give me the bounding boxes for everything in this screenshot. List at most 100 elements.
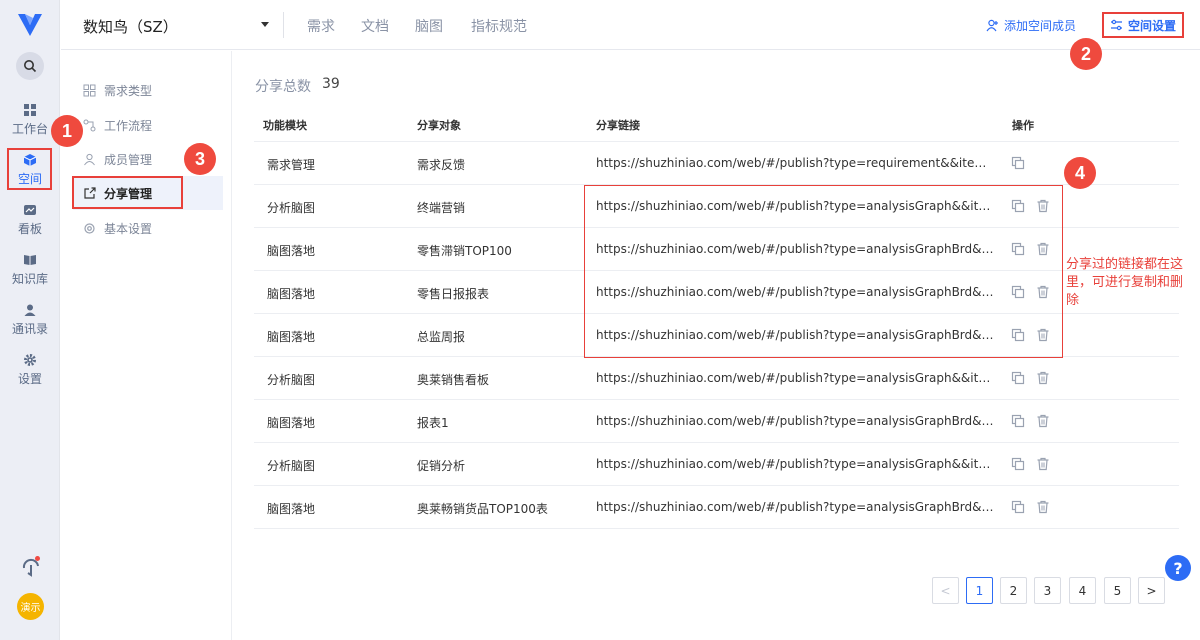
cell-share-link[interactable]: https://shuzhiniao.com/web/#/publish?typ…	[596, 156, 994, 170]
cell-share-link[interactable]: https://shuzhiniao.com/web/#/publish?typ…	[596, 457, 994, 471]
table-row: 脑图落地 奥莱畅销货品TOP100表 https://shuzhiniao.com/…	[254, 486, 1179, 529]
pagination-page-1[interactable]: 1	[966, 577, 993, 604]
trash-icon[interactable]	[1036, 500, 1050, 514]
step-badge-4: 4	[1064, 157, 1096, 189]
step-badge-3: 3	[184, 143, 216, 175]
divider	[283, 12, 284, 38]
trash-icon[interactable]	[1036, 328, 1050, 342]
trash-icon[interactable]	[1036, 242, 1050, 256]
column-header-module: 功能模块	[263, 119, 307, 132]
cell-share-link[interactable]: https://shuzhiniao.com/web/#/publish?typ…	[596, 199, 994, 213]
tab-metric-spec[interactable]: 指标规范	[471, 16, 527, 36]
workflow-icon	[83, 119, 96, 131]
gear-icon	[84, 222, 95, 234]
cell-module: 分析脑图	[267, 201, 316, 215]
cell-share-link[interactable]: https://shuzhiniao.com/web/#/publish?typ…	[596, 328, 994, 342]
cell-module: 脑图落地	[267, 416, 316, 430]
copy-icon[interactable]	[1011, 199, 1025, 213]
annotation-note: 分享过的链接都在这里，可进行复制和删除	[1066, 257, 1184, 308]
copy-icon[interactable]	[1011, 457, 1025, 471]
step-badge-1: 1	[51, 115, 83, 147]
app-logo-icon[interactable]	[16, 12, 44, 38]
step-badge-2: 2	[1070, 38, 1102, 70]
cell-share-link[interactable]: https://shuzhiniao.com/web/#/publish?typ…	[596, 285, 994, 299]
highlight-space	[7, 148, 52, 190]
trash-icon[interactable]	[1036, 285, 1050, 299]
add-member-button[interactable]: 添加空间成员	[986, 17, 1076, 34]
sliders-icon	[1110, 19, 1122, 31]
rail-item-label: 设置	[17, 372, 42, 386]
pagination-page-5[interactable]: 5	[1104, 577, 1131, 604]
rail-item-knowledge[interactable]: 知识库	[0, 248, 60, 292]
share-total-label: 分享总数	[255, 79, 311, 95]
table-row: 分析脑图 奥莱销售看板 https://shuzhiniao.com/web/#/p…	[254, 357, 1179, 400]
copy-icon[interactable]	[1011, 156, 1025, 170]
left-rail: 工作台 空间 看板 知识库 通讯录 设置 演示	[0, 0, 60, 640]
subnav-label: 成员管理	[104, 152, 153, 167]
subnav-item-basic-settings[interactable]: 基本设置	[73, 211, 223, 245]
cell-module: 脑图落地	[267, 287, 316, 301]
add-member-label: 添加空间成员	[1004, 19, 1077, 33]
gear-icon	[24, 354, 36, 366]
grid-icon	[83, 84, 96, 96]
trash-icon[interactable]	[1036, 457, 1050, 471]
table-row: 脑图落地 零售日报报表 https://shuzhiniao.com/web/#/p…	[254, 271, 1179, 314]
highlight-share-management	[72, 176, 183, 209]
cell-module: 脑图落地	[267, 502, 316, 516]
tab-requirements[interactable]: 需求	[307, 16, 335, 36]
cell-target: 奥莱畅销货品TOP100表	[417, 502, 548, 516]
chevron-down-icon[interactable]	[261, 22, 269, 27]
table-row: 脑图落地 总监周报 https://shuzhiniao.com/web/#/pub…	[254, 314, 1179, 357]
subnav-label: 需求类型	[104, 83, 153, 98]
copy-icon[interactable]	[1011, 242, 1025, 256]
copy-icon[interactable]	[1011, 328, 1025, 342]
workspace-name[interactable]: 数知鸟（SZ）	[83, 16, 178, 37]
subnav-item-requirement-types[interactable]: 需求类型	[73, 73, 223, 107]
book-icon	[24, 255, 36, 265]
cell-target: 总监周报	[417, 330, 466, 344]
settings-subnav: 需求类型 工作流程 成员管理 分享管理 基本设置	[61, 51, 232, 640]
user-icon	[84, 153, 95, 165]
subnav-item-workflow[interactable]: 工作流程	[73, 108, 223, 142]
tab-mindmap[interactable]: 脑图	[415, 16, 443, 36]
cell-target: 奥莱销售看板	[417, 373, 490, 387]
trash-icon[interactable]	[1036, 414, 1050, 428]
copy-icon[interactable]	[1011, 500, 1025, 514]
space-settings-button[interactable]: 空间设置	[1102, 12, 1184, 38]
pagination-page-3[interactable]: 3	[1034, 577, 1061, 604]
pagination-page-4[interactable]: 4	[1069, 577, 1096, 604]
cell-share-link[interactable]: https://shuzhiniao.com/web/#/publish?typ…	[596, 371, 994, 385]
table-row: 脑图落地 报表1 https://shuzhiniao.com/web/#/publ…	[254, 400, 1179, 443]
cell-share-link[interactable]: https://shuzhiniao.com/web/#/publish?typ…	[596, 414, 994, 428]
tab-docs[interactable]: 文档	[361, 16, 389, 36]
cell-share-link[interactable]: https://shuzhiniao.com/web/#/publish?typ…	[596, 500, 994, 514]
cell-target: 零售滞销TOP100	[417, 244, 512, 258]
pagination-next-button[interactable]: >	[1138, 577, 1165, 604]
rail-item-settings[interactable]: 设置	[0, 348, 60, 392]
rail-item-contacts[interactable]: 通讯录	[0, 298, 60, 342]
subnav-label: 工作流程	[104, 118, 153, 133]
table-row: 脑图落地 零售滞销TOP100 https://shuzhiniao.com/web…	[254, 228, 1179, 271]
search-icon	[24, 60, 37, 73]
avatar[interactable]: 演示	[17, 593, 44, 620]
cell-module: 分析脑图	[267, 459, 316, 473]
cell-target: 零售日报报表	[417, 287, 490, 301]
cell-target: 终端营销	[417, 201, 466, 215]
grid-icon	[24, 104, 36, 116]
rail-item-label: 看板	[17, 222, 42, 236]
trash-icon[interactable]	[1036, 199, 1050, 213]
copy-icon[interactable]	[1011, 371, 1025, 385]
help-button[interactable]: ?	[1165, 555, 1191, 581]
cell-share-link[interactable]: https://shuzhiniao.com/web/#/publish?typ…	[596, 242, 994, 256]
trash-icon[interactable]	[1036, 371, 1050, 385]
rail-item-board[interactable]: 看板	[0, 198, 60, 242]
global-search-button[interactable]	[16, 52, 44, 80]
pagination-prev-button[interactable]: <	[932, 577, 959, 604]
pagination-page-2[interactable]: 2	[1000, 577, 1027, 604]
copy-icon[interactable]	[1011, 285, 1025, 299]
contacts-icon	[24, 304, 36, 316]
column-header-actions: 操作	[1012, 119, 1034, 132]
dashboard-icon	[24, 205, 36, 215]
copy-icon[interactable]	[1011, 414, 1025, 428]
subnav-label: 基本设置	[104, 221, 153, 236]
